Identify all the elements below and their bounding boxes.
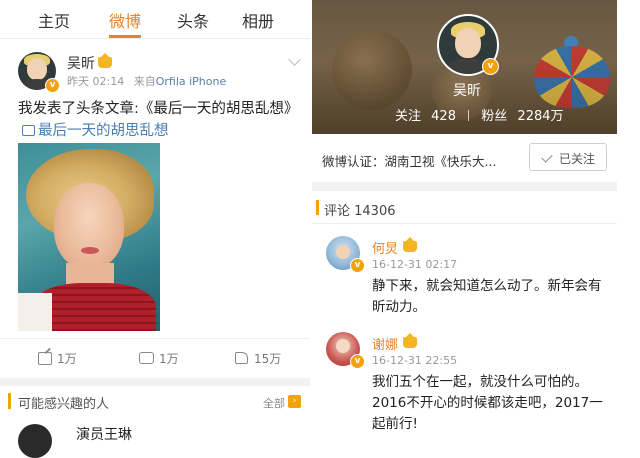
recommended-avatar[interactable] xyxy=(18,424,52,458)
recommended-name[interactable]: 演员王琳 xyxy=(76,424,132,444)
comments-title[interactable]: 评论 14306 xyxy=(324,200,396,219)
verified-badge-icon: v xyxy=(45,78,60,93)
share-count[interactable]: 1万 xyxy=(57,350,77,367)
tab-album[interactable]: 相册 xyxy=(242,8,274,32)
section-accent-bar xyxy=(8,393,11,409)
tab-home[interactable]: 主页 xyxy=(38,8,70,32)
share-icon[interactable] xyxy=(38,352,52,365)
crown-icon xyxy=(98,53,112,68)
post-source[interactable]: Orfila iPhone xyxy=(156,75,227,88)
like-icon[interactable] xyxy=(235,352,248,364)
post-photo[interactable] xyxy=(18,143,160,331)
verified-badge-icon: v xyxy=(350,258,365,273)
post-text: 我发表了头条文章:《最后一天的胡思乱想》 最后一天的胡思乱想 xyxy=(18,98,302,142)
author-name[interactable]: 吴昕 xyxy=(67,53,95,73)
comment-text: 静下来，就会知道怎么动了。新年会有昕动力。 xyxy=(372,278,602,315)
section-divider xyxy=(0,378,310,386)
followed-label: 已关注 xyxy=(559,152,596,166)
section-accent-bar xyxy=(316,200,319,215)
comment-text: 我们五个在一起，就没什么可怕的。2016不开心的时候都该走吧，2017一起前行! xyxy=(372,374,603,432)
post-time: 昨天 02:14 xyxy=(67,75,125,88)
fans-count[interactable]: 2284万 xyxy=(517,109,563,124)
check-icon xyxy=(541,151,553,163)
verified-badge-icon: v xyxy=(350,354,365,369)
post-source-prefix: 来自 xyxy=(133,75,156,88)
crown-icon xyxy=(403,237,417,252)
edge-margin xyxy=(617,0,640,434)
comment-icon[interactable] xyxy=(139,352,154,364)
article-link[interactable]: 最后一天的胡思乱想 xyxy=(38,123,169,139)
comment-author[interactable]: 谢娜 xyxy=(372,334,398,353)
verification-text: 微博认证：湖南卫视《快乐大... xyxy=(322,154,497,169)
interest-title: 可能感兴趣的人 xyxy=(18,397,110,412)
chevron-right-icon[interactable]: › xyxy=(288,395,301,408)
see-all-link[interactable]: 全部 xyxy=(263,395,285,411)
profile-name: 吴昕 xyxy=(453,83,481,99)
active-tab-indicator xyxy=(109,35,141,38)
fans-label[interactable]: 粉丝 xyxy=(481,109,507,124)
section-divider xyxy=(312,182,617,191)
follow-label[interactable]: 关注 xyxy=(395,109,421,124)
crown-icon xyxy=(403,333,417,348)
post-meta: 昨天 02:14 来自Orfila iPhone xyxy=(67,73,226,89)
profile-stats: 关注 428 粉丝 2284万 xyxy=(395,105,564,124)
tab-weibo[interactable]: 微博 xyxy=(109,8,141,32)
comment-author[interactable]: 何炅 xyxy=(372,238,398,257)
comment-time: 16-12-31 02:17 xyxy=(372,258,458,271)
followed-button[interactable]: 已关注 xyxy=(529,143,607,171)
comment-count[interactable]: 1万 xyxy=(159,350,179,367)
comment-time: 16-12-31 22:55 xyxy=(372,354,458,367)
tab-headlines[interactable]: 头条 xyxy=(177,8,209,32)
like-count[interactable]: 15万 xyxy=(254,350,281,367)
article-link-icon xyxy=(22,125,35,136)
post-text-main: 我发表了头条文章:《最后一天的胡思乱想》 xyxy=(18,101,299,117)
follow-count[interactable]: 428 xyxy=(431,109,456,124)
verified-badge-icon: v xyxy=(482,58,499,75)
